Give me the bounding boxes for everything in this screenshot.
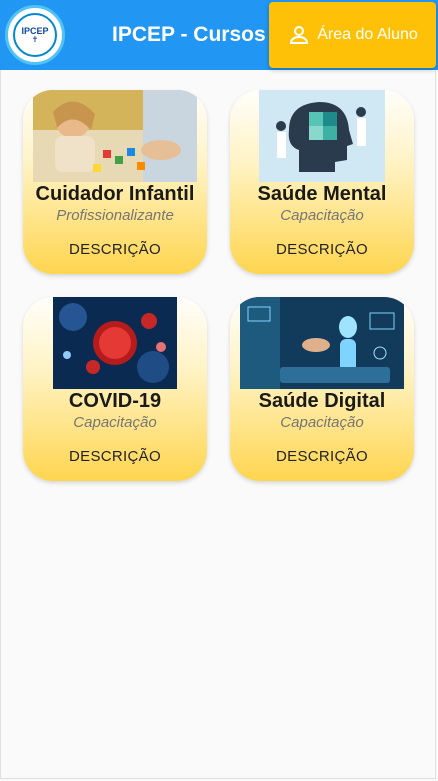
course-description-button[interactable]: DESCRIÇÃO [23, 241, 207, 258]
course-card-saude-digital[interactable]: Saúde Digital Capacitação DESCRIÇÃO [230, 297, 414, 481]
course-subtitle: Capacitação [73, 414, 157, 431]
area-do-aluno-button[interactable]: Área do Aluno [269, 2, 436, 68]
person-icon [290, 26, 309, 44]
family-icon: ✝︎ [31, 35, 39, 44]
head-puzzle-illustration-image [259, 90, 385, 182]
course-card-saude-mental[interactable]: Saúde Mental Capacitação DESCRIÇÃO [230, 90, 414, 274]
area-do-aluno-label: Área do Aluno [317, 26, 418, 43]
course-description-button[interactable]: DESCRIÇÃO [230, 241, 414, 258]
course-description-button[interactable]: DESCRIÇÃO [23, 448, 207, 465]
course-title: Cuidador Infantil [35, 183, 195, 205]
course-subtitle: Capacitação [280, 414, 364, 431]
ipcep-logo: IPCEP ✝︎ [5, 5, 65, 65]
child-playing-blocks-image [33, 90, 197, 182]
course-subtitle: Capacitação [280, 207, 364, 224]
course-card-covid-19[interactable]: COVID-19 Capacitação DESCRIÇÃO [23, 297, 207, 481]
virus-illustration-image [53, 297, 177, 389]
app-header: IPCEP ✝︎ IPCEP - Cursos Área do Aluno [0, 0, 438, 70]
course-description-button[interactable]: DESCRIÇÃO [230, 448, 414, 465]
course-title: COVID-19 [68, 390, 162, 412]
digital-health-tablet-image [240, 297, 404, 389]
course-title: Saúde Mental [257, 183, 387, 205]
page-title: IPCEP - Cursos [112, 23, 266, 46]
course-subtitle: Profissionalizante [56, 207, 174, 224]
course-card-cuidador-infantil[interactable]: Cuidador Infantil Profissionalizante DES… [23, 90, 207, 274]
course-title: Saúde Digital [258, 390, 386, 412]
